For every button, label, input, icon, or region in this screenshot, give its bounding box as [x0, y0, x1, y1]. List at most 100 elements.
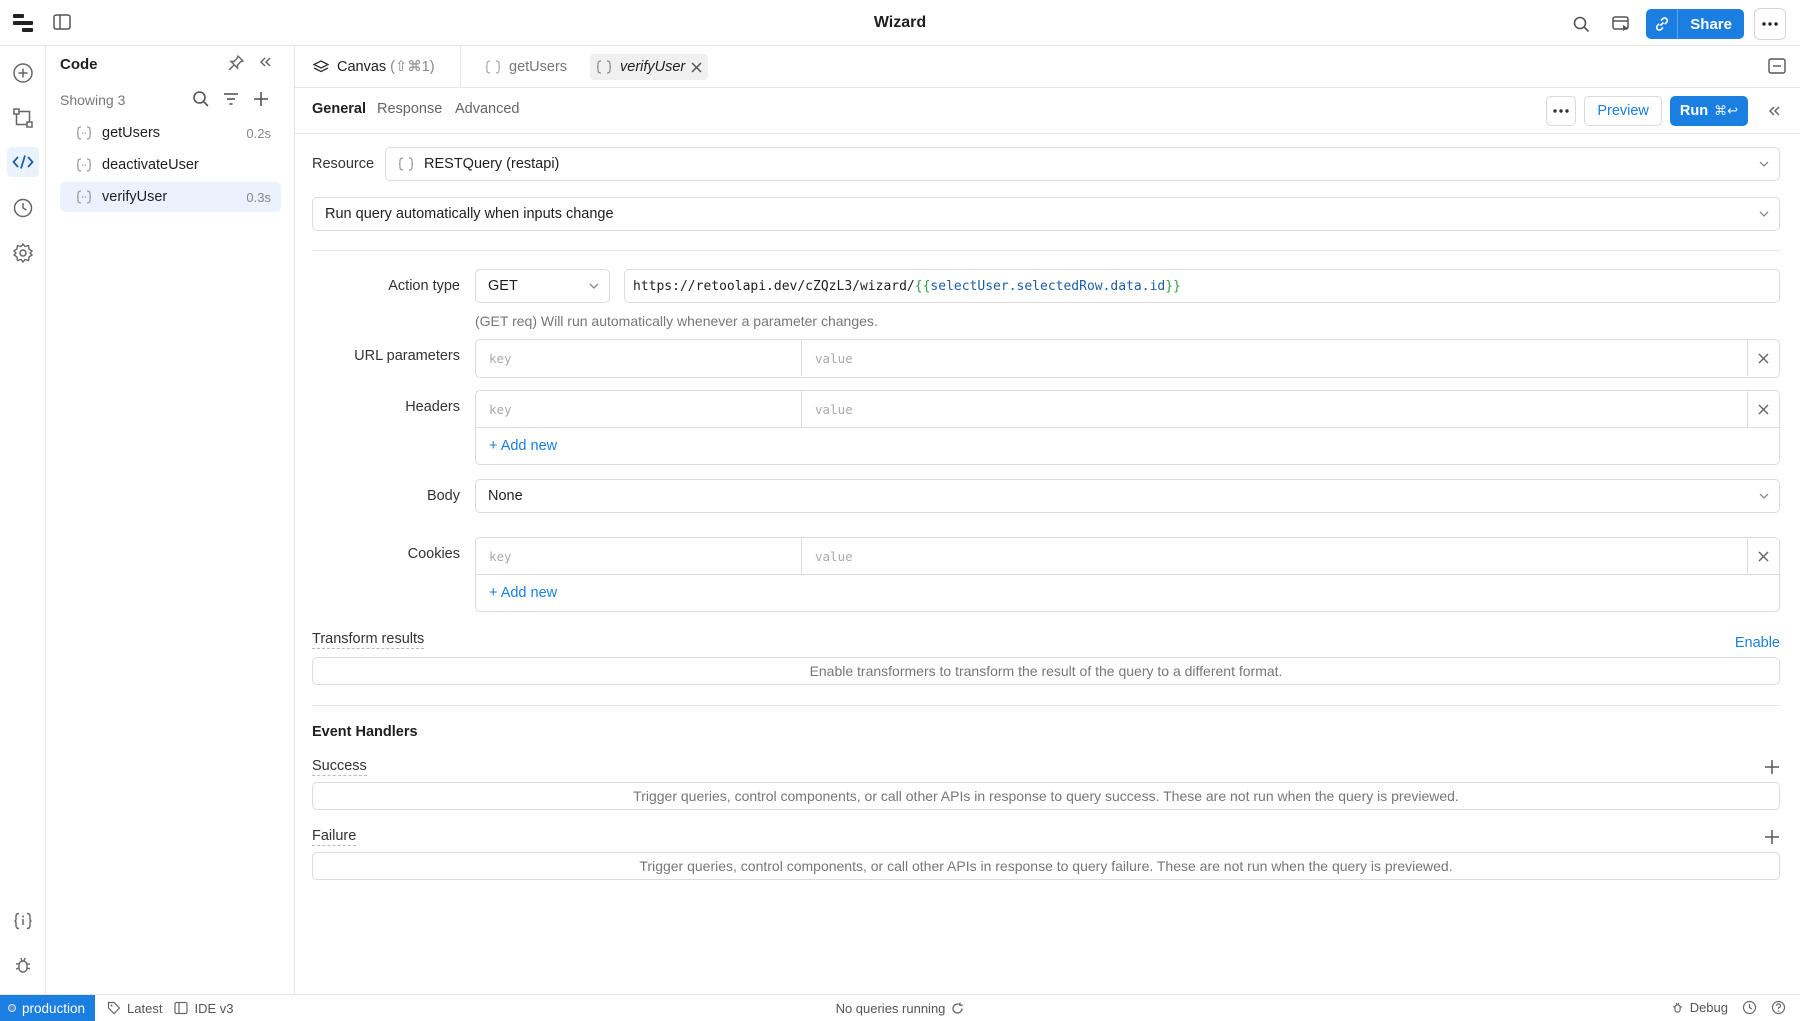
remove-row-icon[interactable] — [1747, 340, 1779, 376]
url-template-var: selectUser.selectedRow.data.id — [930, 278, 1166, 294]
copy-link-icon[interactable] — [1646, 9, 1679, 39]
chevron-down-icon — [1759, 211, 1769, 217]
url-params-label: URL parameters — [354, 348, 460, 364]
url-input[interactable]: https://retoolapi.dev/cZQzL3/wizard/{{ s… — [624, 269, 1780, 303]
cookies-add-new-link[interactable]: + Add new — [476, 575, 1779, 611]
share-group: Share — [1646, 9, 1744, 39]
version-selector[interactable]: Latest — [107, 1001, 162, 1016]
add-failure-handler-icon[interactable] — [1764, 829, 1780, 845]
body-value: None — [488, 488, 523, 504]
query-item-verifyuser[interactable]: verifyUser 0.3s — [60, 182, 281, 212]
code-icon[interactable] — [7, 147, 39, 177]
chevron-down-icon — [1759, 161, 1769, 167]
query-item-getusers[interactable]: getUsers 0.2s — [60, 118, 281, 148]
run-mode-select[interactable]: Run query automatically when inputs chan… — [312, 197, 1780, 231]
remove-row-icon[interactable] — [1747, 391, 1779, 427]
environment-dot-icon — [8, 1004, 16, 1012]
query-braces-icon — [76, 126, 92, 140]
tab-canvas[interactable]: Canvas (⇧⌘1) — [313, 46, 435, 88]
minimize-panel-icon[interactable] — [1768, 58, 1786, 74]
run-shortcut: ⌘↩ — [1714, 103, 1738, 118]
layers-icon — [313, 59, 329, 75]
query-options-icon[interactable] — [1546, 96, 1577, 126]
enable-transform-link[interactable]: Enable — [1735, 635, 1780, 651]
search-queries-icon[interactable] — [192, 90, 210, 108]
ide-version-label: IDE v3 — [194, 1000, 234, 1016]
filter-icon[interactable] — [222, 90, 240, 108]
resource-select[interactable]: RESTQuery (restapi) — [385, 147, 1780, 181]
headers-add-new-link[interactable]: + Add new — [476, 428, 1779, 464]
url-param-value-input[interactable]: value — [802, 340, 1747, 376]
event-handlers-title: Event Handlers — [312, 724, 418, 740]
url-params-table: key value — [475, 339, 1780, 378]
url-template-close: }} — [1165, 278, 1181, 294]
header-key-input[interactable]: key — [476, 391, 802, 427]
settings-gear-icon[interactable] — [11, 241, 35, 265]
status-bar: production Latest IDE v3 No queries runn… — [0, 994, 1800, 1021]
subtabs: General Response Advanced Preview Run ⌘↩ — [295, 88, 1800, 134]
layout-icon — [174, 1001, 189, 1015]
subtab-general[interactable]: General — [312, 101, 366, 117]
search-icon[interactable] — [1566, 9, 1596, 39]
remove-row-icon[interactable] — [1747, 538, 1779, 574]
query-item-deactivateuser[interactable]: deactivateUser — [60, 150, 281, 180]
history-icon[interactable] — [11, 196, 35, 220]
body-select[interactable]: None — [475, 479, 1780, 513]
add-success-handler-icon[interactable] — [1764, 759, 1780, 775]
query-braces-icon — [596, 60, 612, 74]
tag-icon — [107, 1001, 121, 1015]
action-type-select[interactable]: GET — [475, 269, 610, 303]
add-query-icon[interactable] — [252, 90, 270, 108]
share-button[interactable]: Share — [1678, 9, 1744, 39]
url-param-key-input[interactable]: key — [476, 340, 802, 376]
debug-bug-icon — [1671, 1001, 1684, 1014]
history-icon[interactable] — [1742, 1000, 1757, 1015]
close-tab-icon[interactable] — [691, 61, 702, 73]
cookie-key-input[interactable]: key — [476, 538, 802, 574]
subtab-response[interactable]: Response — [377, 101, 442, 117]
tab-divider — [460, 46, 461, 88]
ide-version[interactable]: IDE v3 — [174, 1001, 233, 1016]
preview-button[interactable]: Preview — [1584, 96, 1662, 126]
cookies-label: Cookies — [407, 546, 460, 562]
collapse-editor-icon[interactable] — [1766, 103, 1782, 119]
code-panel: Code Showing 3 getUsers 0.2s deactivateU… — [46, 46, 295, 994]
resource-braces-icon — [398, 157, 414, 171]
add-component-icon[interactable] — [11, 61, 35, 85]
debug-bug-icon[interactable] — [11, 953, 35, 977]
kv-row: key value — [476, 340, 1779, 377]
state-variables-icon[interactable] — [11, 909, 35, 933]
preview-app-icon[interactable] — [1606, 9, 1636, 39]
kv-row: key value — [476, 391, 1779, 428]
environment-switcher[interactable]: production — [0, 994, 96, 1021]
query-editor: Canvas (⇧⌘1) getUsers verifyUser General… — [295, 46, 1800, 994]
toggle-panel-icon[interactable] — [53, 14, 71, 30]
run-button[interactable]: Run ⌘↩ — [1669, 96, 1748, 126]
section-divider — [312, 250, 1780, 251]
pin-icon[interactable] — [227, 54, 245, 72]
collapse-panel-icon[interactable] — [257, 54, 273, 70]
tab-getusers[interactable]: getUsers — [485, 46, 567, 88]
more-options-icon[interactable] — [1754, 8, 1786, 40]
app-title: Wizard — [873, 14, 927, 31]
showing-count: Showing 3 — [60, 92, 126, 108]
left-rail — [0, 46, 46, 994]
url-template-open: {{ — [914, 278, 931, 294]
headers-label: Headers — [405, 399, 460, 415]
retool-logo-icon[interactable] — [13, 14, 33, 32]
header-value-input[interactable]: value — [802, 391, 1747, 427]
tab-canvas-label: Canvas — [337, 59, 387, 75]
cookie-value-input[interactable]: value — [802, 538, 1747, 574]
top-bar: Wizard Share — [0, 0, 1800, 46]
action-type-value: GET — [488, 278, 518, 294]
chevron-down-icon — [589, 283, 599, 289]
query-name: deactivateUser — [102, 157, 199, 173]
debug-button[interactable]: Debug — [1671, 1000, 1728, 1015]
tab-canvas-shortcut: (⇧⌘1) — [390, 59, 435, 75]
workflow-icon[interactable] — [11, 106, 35, 130]
tab-getusers-label: getUsers — [509, 59, 568, 75]
failure-message: Trigger queries, control components, or … — [312, 852, 1780, 880]
subtab-advanced[interactable]: Advanced — [455, 101, 520, 117]
tab-verifyuser[interactable]: verifyUser — [590, 54, 709, 80]
help-icon[interactable] — [1771, 1000, 1786, 1015]
